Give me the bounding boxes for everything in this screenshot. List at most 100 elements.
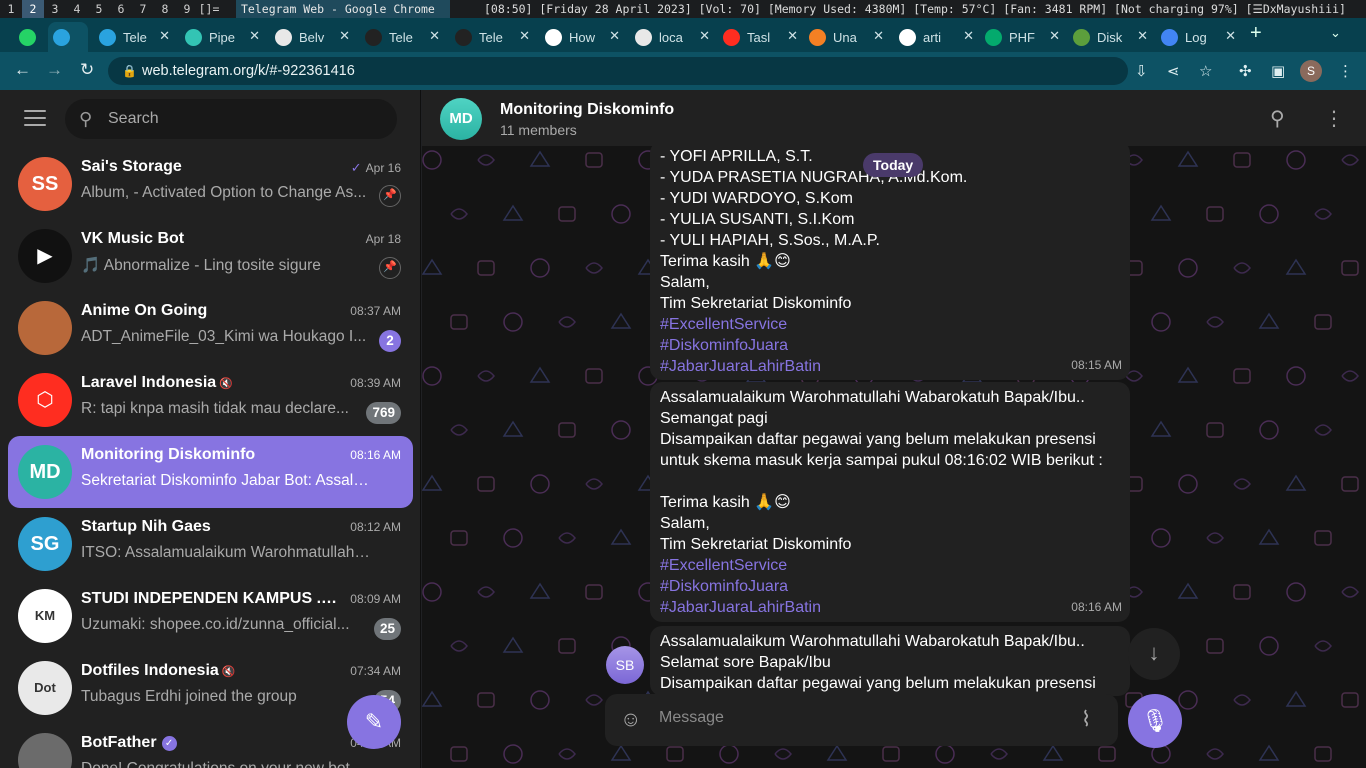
more-options-icon[interactable]: ⋮ — [1324, 106, 1344, 131]
chat-list-item[interactable]: SG Startup Nih Gaes 08:12 AM ITSO: Assalamu… — [8, 508, 413, 580]
chat-list-item[interactable]: MD Monitoring Diskominfo 08:16 AM Sekretari… — [8, 436, 413, 508]
browser-tab[interactable] — [14, 22, 48, 52]
tab-close-icon[interactable]: ✕ — [519, 28, 530, 44]
browser-tab[interactable]: Una ✕ — [804, 22, 890, 52]
browser-tab[interactable]: Tele ✕ — [360, 22, 446, 52]
tab-close-icon[interactable]: ✕ — [249, 28, 260, 44]
workspace-7[interactable]: 7 — [132, 0, 154, 18]
voice-record-button[interactable]: 🎙 — [1128, 694, 1182, 748]
browser-tab[interactable]: Tasl ✕ — [718, 22, 804, 52]
tab-close-icon[interactable]: ✕ — [873, 28, 884, 44]
message-line — [660, 471, 1120, 492]
extensions-icon[interactable]: ✣ — [1239, 62, 1252, 80]
telegram-icon — [53, 28, 70, 46]
side-panel-icon[interactable]: ▣ — [1271, 62, 1285, 80]
workspace-6[interactable]: 6 — [110, 0, 132, 18]
browser-tab[interactable]: Pipe ✕ — [180, 22, 266, 52]
bookmark-star-icon[interactable]: ☆ — [1199, 62, 1212, 80]
tab-close-icon[interactable]: ✕ — [787, 28, 798, 44]
tab-close-icon[interactable]: ✕ — [159, 28, 170, 44]
browser-tab[interactable]: loca ✕ — [630, 22, 716, 52]
browser-tab[interactable]: Tele ✕ — [94, 22, 176, 52]
hashtag-link[interactable]: #DiskominfoJuara — [660, 335, 1120, 356]
chat-list-item[interactable]: Anime On Going 08:37 AM ADT_AnimeFile_03_K… — [8, 292, 413, 364]
hashtag-link[interactable]: #JabarJuaraLahirBatin — [660, 597, 1120, 618]
tab-close-icon[interactable]: ✕ — [429, 28, 440, 44]
chrome-menu-icon[interactable]: ⋮ — [1338, 62, 1353, 80]
browser-tab[interactable]: Disk ✕ — [1068, 22, 1154, 52]
emoji-icon[interactable]: ☺ — [620, 708, 641, 732]
search-input[interactable]: ⚲ Search — [65, 99, 397, 139]
chat-list-item[interactable]: KM STUDI INDEPENDEN KAMPUS ...🔇 08:09 AMUz… — [8, 580, 413, 652]
chat-list-item[interactable]: SS Sai's Storage ✓ Apr 16 Album, - Activated… — [8, 148, 413, 220]
chat-header[interactable]: MD Monitoring Diskominfo 11 members ⚲ ⋮ — [422, 90, 1366, 146]
install-app-icon[interactable]: ⇩ — [1135, 62, 1148, 80]
profile-avatar[interactable]: S — [1300, 60, 1322, 82]
message-bubble[interactable]: Assalamualaikum Warohmatullahi Wabarokat… — [650, 626, 1130, 696]
browser-tab[interactable] — [48, 22, 88, 52]
search-icon: ⚲ — [79, 109, 93, 129]
chat-time: 08:37 AM — [350, 304, 401, 318]
message-line: - YULIA SUSANTI, S.I.Kom — [660, 211, 855, 228]
workspace-1[interactable]: 1 — [0, 0, 22, 18]
tab-close-icon[interactable]: ✕ — [1137, 28, 1148, 44]
attach-icon[interactable]: ⌇ — [1081, 707, 1091, 732]
chat-avatar[interactable]: MD — [440, 98, 482, 140]
new-message-button[interactable]: ✎ — [347, 695, 401, 749]
message-time: 08:16 AM — [1071, 600, 1122, 614]
chat-list-item[interactable]: ⬡ Laravel Indonesia 🔇 08:39 AM R: tapi knpa … — [8, 364, 413, 436]
menu-icon[interactable] — [24, 110, 46, 128]
address-bar[interactable]: 🔒 web.telegram.org/k/#-922361416 — [108, 57, 1128, 85]
globe-icon — [275, 28, 292, 46]
github-icon — [365, 28, 382, 46]
scroll-down-button[interactable]: ↓ — [1128, 628, 1180, 680]
tab-close-icon[interactable]: ✕ — [1049, 28, 1060, 44]
stackoverflow-icon — [809, 28, 826, 46]
browser-tab[interactable]: PHF ✕ — [980, 22, 1066, 52]
hashtag-link[interactable]: #ExcellentService — [660, 314, 1120, 335]
browser-tab[interactable]: arti ✕ — [894, 22, 980, 52]
workspace-list: 1 2 3 4 5 6 7 8 9 []= — [0, 0, 220, 18]
chat-time-text: 08:39 AM — [350, 376, 401, 390]
message-line: untuk skema masuk kerja sampai pukul 08:… — [660, 452, 1103, 469]
workspace-10[interactable]: []= — [198, 0, 220, 18]
message-input[interactable] — [659, 709, 1059, 727]
new-tab-button[interactable]: + — [1250, 22, 1262, 45]
browser-tab[interactable]: How ✕ — [540, 22, 626, 52]
tab-label: Una — [833, 29, 857, 45]
workspace-9[interactable]: 9 — [176, 0, 198, 18]
workspace-5[interactable]: 5 — [88, 0, 110, 18]
workspace-2[interactable]: 2 — [22, 0, 44, 18]
tab-close-icon[interactable]: ✕ — [609, 28, 620, 44]
tab-search-icon[interactable]: ⌄ — [1330, 25, 1341, 41]
sender-avatar[interactable]: SB — [606, 646, 644, 684]
share-icon[interactable]: ⋖ — [1167, 62, 1180, 80]
hashtag-link[interactable]: #JabarJuaraLahirBatin — [660, 356, 1120, 377]
chat-title[interactable]: Monitoring Diskominfo — [500, 101, 674, 119]
search-icon[interactable]: ⚲ — [1270, 106, 1285, 131]
google-icon — [899, 28, 916, 46]
message-line: Disampaikan daftar pegawai yang belum me… — [660, 675, 1096, 692]
chat-name-text: Laravel Indonesia — [81, 374, 217, 391]
message-bubble[interactable]: Assalamualaikum Warohmatullahi Wabarokat… — [650, 382, 1130, 622]
hashtag-link[interactable]: #ExcellentService — [660, 555, 1120, 576]
browser-tab[interactable]: Tele ✕ — [450, 22, 536, 52]
message-line: Semangat pagi — [660, 410, 768, 427]
tab-close-icon[interactable]: ✕ — [699, 28, 710, 44]
hashtag-link[interactable]: #DiskominfoJuara — [660, 576, 1120, 597]
workspace-4[interactable]: 4 — [66, 0, 88, 18]
tab-close-icon[interactable]: ✕ — [1225, 28, 1236, 44]
browser-tab[interactable]: Log ✕ — [1156, 22, 1242, 52]
browser-tab[interactable]: Belv ✕ — [270, 22, 356, 52]
forward-icon[interactable]: → — [46, 60, 63, 80]
tab-close-icon[interactable]: ✕ — [339, 28, 350, 44]
chat-name: VK Music Bot — [81, 230, 341, 248]
tab-label: Tasl — [747, 29, 771, 45]
reload-icon[interactable]: ↻ — [80, 60, 94, 80]
workspace-8[interactable]: 8 — [154, 0, 176, 18]
back-icon[interactable]: ← — [14, 60, 31, 80]
tab-label: arti — [923, 29, 942, 45]
tab-close-icon[interactable]: ✕ — [963, 28, 974, 44]
chat-list-item[interactable]: ▶ VK Music Bot Apr 18 🎵 Abnormalize - Ling … — [8, 220, 413, 292]
workspace-3[interactable]: 3 — [44, 0, 66, 18]
